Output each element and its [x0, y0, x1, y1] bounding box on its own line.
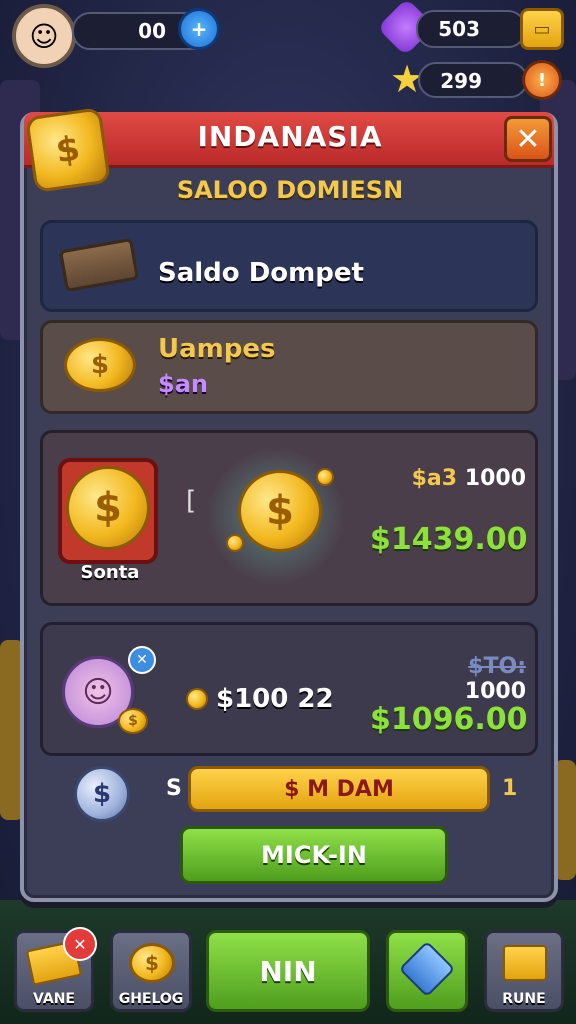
big-coin-icon: $: [238, 470, 322, 552]
nav-button-1[interactable]: ✕ VANE: [14, 927, 97, 1012]
small-coin-icon-b: [226, 534, 244, 552]
slider-label: $ M DAM: [284, 776, 394, 802]
reward2-top-value: 1000: [464, 679, 526, 704]
nav-label-1: VANE: [33, 991, 75, 1007]
deposit-title: Uampes: [158, 334, 276, 364]
nav-button-4[interactable]: [386, 930, 468, 1012]
slider-right-label: 1: [502, 776, 518, 801]
deposit-subtitle: $an: [158, 370, 208, 398]
wallet-balance-label: Saldo Dompet: [158, 258, 364, 288]
avatar-face-icon: ☺: [29, 19, 59, 53]
dialog-title: INDANASIA: [197, 120, 383, 153]
reward1-top-line: $a3 1000: [410, 466, 526, 491]
nav-stack-icon: [503, 945, 547, 981]
reward2-coin-text: $100 22: [216, 684, 334, 714]
dialog-subtitle: SALOO DOMIESN: [176, 176, 404, 204]
gem-pill: 503: [416, 10, 526, 48]
check-in-button[interactable]: MICK-IN: [180, 826, 448, 884]
nav-button-2[interactable]: $ GHELOG: [110, 930, 192, 1012]
reward1-top-prefix: $a3: [411, 466, 458, 491]
nav-badge-icon: ✕: [63, 927, 97, 961]
nav-blue-box-icon: [398, 940, 456, 998]
reward2-amount: $1096.00: [370, 702, 528, 737]
star-add-icon[interactable]: !: [522, 60, 562, 100]
close-icon: ✕: [515, 121, 541, 157]
reward1-top-value: 1000: [464, 466, 526, 491]
silver-coin-icon: $: [74, 766, 130, 822]
nav-label-3: NIN: [259, 954, 317, 988]
close-button[interactable]: ✕: [504, 116, 552, 162]
gem-value: 503: [438, 17, 480, 41]
nav-button-5[interactable]: RUNE: [484, 930, 564, 1012]
deposit-coin-icon: $: [64, 338, 136, 392]
gem-shop-icon[interactable]: ▭: [520, 8, 564, 50]
reward2-top-prefix: $TO:: [468, 654, 526, 679]
nav-button-3[interactable]: NIN: [206, 930, 370, 1012]
reward-badge-coin-icon: $: [66, 466, 150, 550]
mascot-badge-icon: ✕: [128, 646, 156, 674]
check-in-label: MICK-IN: [261, 841, 367, 869]
dialog-coin-emblem-icon: $: [25, 107, 111, 193]
small-coin-icon-a: [316, 468, 334, 486]
nav-coins-icon: $: [129, 943, 175, 983]
reward2-top-line: $TO: 1000: [400, 654, 526, 704]
player-avatar[interactable]: ☺: [12, 4, 76, 68]
star-pill: 299: [418, 62, 528, 98]
inline-coin-icon: [186, 688, 208, 710]
mascot-coin-icon: $: [118, 708, 148, 734]
star-value: 299: [440, 69, 482, 93]
add-currency-icon[interactable]: +: [178, 8, 220, 50]
slider-bar[interactable]: $ M DAM: [188, 766, 490, 812]
left-currency-value: 00: [138, 19, 166, 43]
reward1-amount: $1439.00: [370, 522, 528, 557]
slider-left-label: S: [166, 776, 182, 801]
nav-label-2: GHELOG: [118, 991, 184, 1007]
reward-mid-mark: [: [186, 486, 197, 516]
nav-label-5: RUNE: [502, 991, 546, 1007]
reward-badge-label: Sonta: [80, 562, 140, 583]
